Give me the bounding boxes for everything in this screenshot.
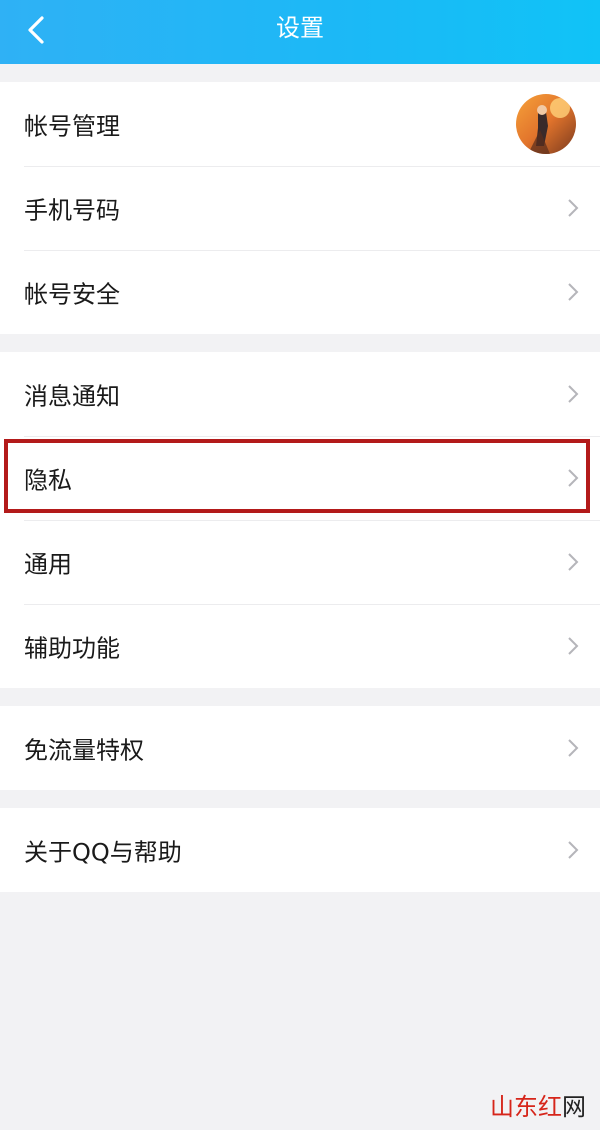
settings-group-data-plan: 免流量特权 — [0, 706, 600, 790]
chevron-right-icon — [568, 469, 579, 487]
settings-item-label: 帐号安全 — [24, 280, 120, 309]
settings-item-label: 免流量特权 — [24, 736, 144, 765]
settings-item-free-data[interactable]: 免流量特权 — [0, 706, 600, 790]
settings-item-notifications[interactable]: 消息通知 — [0, 352, 600, 436]
chevron-right-icon — [568, 199, 579, 217]
avatar[interactable] — [516, 94, 576, 154]
chevron-right-icon — [568, 553, 579, 571]
top-app-bar: 设置 — [0, 0, 600, 64]
settings-item-account-security[interactable]: 帐号安全 — [0, 250, 600, 334]
settings-item-label: 消息通知 — [24, 382, 120, 411]
settings-item-label: 关于QQ与帮助 — [24, 838, 182, 867]
chevron-right-icon — [568, 841, 579, 859]
settings-group-account: 帐号管理 手机号码 帐号安全 — [0, 82, 600, 334]
settings-item-label: 隐私 — [24, 466, 72, 495]
settings-item-general[interactable]: 通用 — [0, 520, 600, 604]
settings-group-about: 关于QQ与帮助 — [0, 808, 600, 892]
settings-item-about-help[interactable]: 关于QQ与帮助 — [0, 808, 600, 892]
settings-item-accessibility[interactable]: 辅助功能 — [0, 604, 600, 688]
settings-item-label: 通用 — [24, 550, 72, 579]
settings-item-label: 帐号管理 — [24, 112, 120, 141]
settings-item-label: 辅助功能 — [24, 634, 120, 663]
settings-group-general: 消息通知 隐私 通用 辅助功能 — [0, 352, 600, 688]
chevron-right-icon — [568, 385, 579, 403]
chevron-right-icon — [568, 283, 579, 301]
settings-item-privacy[interactable]: 隐私 — [0, 436, 600, 520]
chevron-right-icon — [568, 739, 579, 757]
watermark: 山东红网 — [490, 1087, 586, 1122]
chevron-right-icon — [568, 637, 579, 655]
page-title: 设置 — [276, 14, 324, 42]
watermark-part2: 网 — [562, 1095, 586, 1121]
settings-item-account-management[interactable]: 帐号管理 — [0, 82, 600, 166]
watermark-part1: 山东红 — [490, 1095, 562, 1121]
settings-item-phone-number[interactable]: 手机号码 — [0, 166, 600, 250]
settings-item-label: 手机号码 — [24, 196, 120, 225]
